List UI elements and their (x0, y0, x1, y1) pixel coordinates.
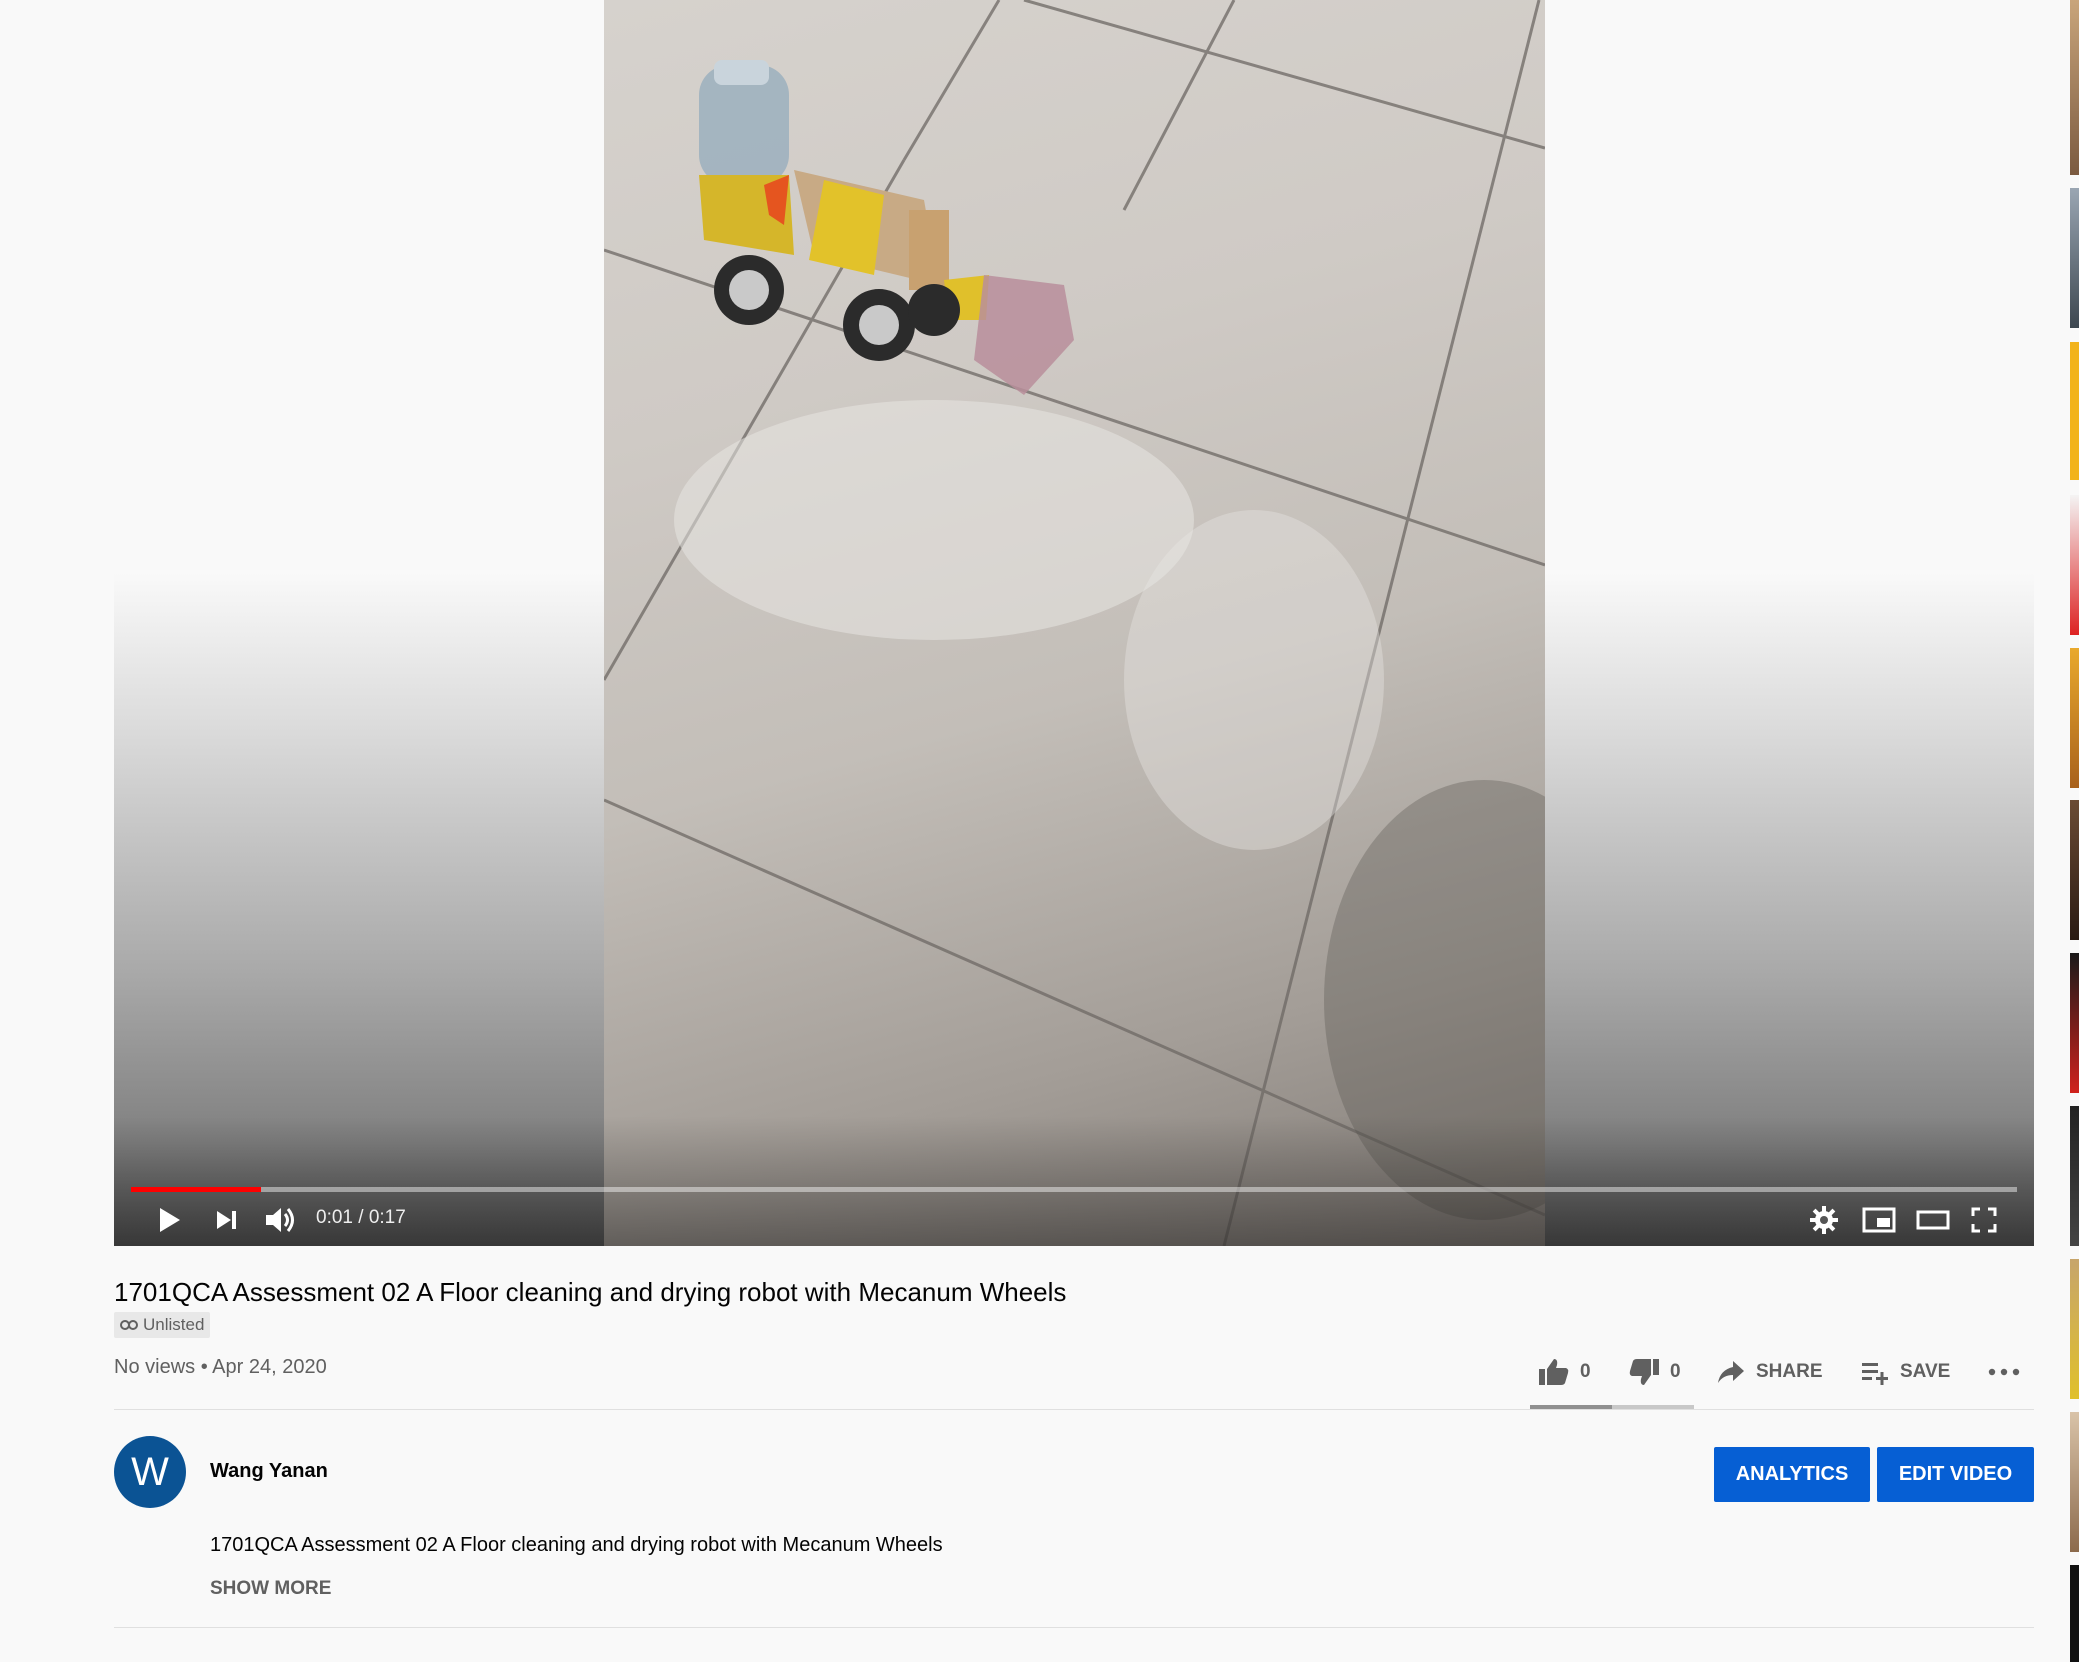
progress-played (131, 1187, 262, 1192)
volume-icon (266, 1208, 294, 1232)
dislike-button[interactable]: 0 (1628, 1350, 1681, 1394)
dislike-count: 0 (1670, 1361, 1681, 1382)
channel-name[interactable]: Wang Yanan (210, 1460, 328, 1483)
recommendation-thumbnail[interactable] (2070, 800, 2079, 940)
recommendation-thumbnail[interactable] (2070, 1565, 2079, 1662)
gear-icon (1810, 1206, 1838, 1234)
share-icon (1718, 1361, 1744, 1383)
avatar-letter: W (131, 1449, 169, 1494)
play-icon (160, 1208, 180, 1232)
recommendation-thumbnail[interactable] (2070, 188, 2079, 328)
unlisted-label: Unlisted (143, 1315, 205, 1334)
save-button[interactable]: SAVE (1860, 1350, 1950, 1394)
video-description: 1701QCA Assessment 02 A Floor cleaning a… (210, 1534, 943, 1556)
total-time: 0:17 (368, 1207, 406, 1228)
video-title: 1701QCA Assessment 02 A Floor cleaning a… (114, 1277, 1067, 1307)
play-button[interactable] (154, 1198, 184, 1242)
recommendation-thumbnail[interactable] (2070, 1259, 2079, 1399)
miniplayer-icon (1862, 1207, 1896, 1233)
share-button[interactable]: SHARE (1716, 1350, 1823, 1394)
recommendation-thumbnail[interactable] (2070, 953, 2079, 1093)
more-actions-button[interactable] (1988, 1350, 2020, 1394)
current-time: 0:01 (316, 1207, 353, 1228)
avatar[interactable]: W (114, 1436, 186, 1508)
settings-button[interactable] (1809, 1198, 1839, 1242)
fullscreen-button[interactable] (1970, 1198, 1998, 1242)
progress-bar[interactable] (131, 1187, 2017, 1192)
like-count: 0 (1580, 1361, 1591, 1382)
recommendation-thumbnail[interactable] (2070, 0, 2079, 175)
recommendation-thumbnail[interactable] (2070, 495, 2079, 635)
time-separator: / (358, 1207, 364, 1228)
like-button[interactable]: 0 (1538, 1350, 1591, 1394)
fullscreen-icon (1971, 1207, 1997, 1233)
thumbs-up-icon (1539, 1359, 1569, 1385)
upload-date: Apr 24, 2020 (212, 1356, 327, 1378)
miniplayer-button[interactable] (1862, 1198, 1896, 1242)
divider-top (114, 1409, 2034, 1410)
video-meta: No views • Apr 24, 2020 (114, 1356, 327, 1379)
show-more-button[interactable]: SHOW MORE (210, 1578, 331, 1600)
volume-button[interactable] (264, 1198, 298, 1242)
edit-video-button[interactable]: EDIT VIDEO (1877, 1447, 2034, 1502)
video-player[interactable]: 0:01 / 0:17 (114, 0, 2034, 1246)
playlist-add-icon (1862, 1363, 1888, 1385)
link-icon (120, 1320, 138, 1330)
recommendations-strip (2070, 0, 2079, 1662)
divider-bottom (114, 1627, 2034, 1628)
recommendation-thumbnail[interactable] (2070, 1106, 2079, 1246)
next-icon (217, 1211, 236, 1229)
video-content-image (604, 0, 1545, 1246)
unlisted-badge: Unlisted (114, 1312, 211, 1338)
view-count: No views (114, 1356, 196, 1378)
video-frame[interactable] (604, 0, 1545, 1246)
save-label: SAVE (1900, 1361, 1951, 1382)
share-label: SHARE (1756, 1361, 1823, 1382)
meta-separator: • (200, 1356, 208, 1378)
recommendation-thumbnail[interactable] (2070, 342, 2079, 480)
thumbs-down-icon (1629, 1359, 1659, 1385)
time-display: 0:01 / 0:17 (316, 1207, 406, 1229)
recommendation-thumbnail[interactable] (2070, 1412, 2079, 1552)
watch-page: 0:01 / 0:17 1701QCA Assessment 02 A Floo… (0, 0, 2079, 1662)
next-button[interactable] (212, 1198, 240, 1242)
theater-icon (1916, 1210, 1950, 1230)
more-icon (1988, 1368, 2020, 1376)
analytics-button[interactable]: ANALYTICS (1714, 1447, 1870, 1502)
theater-mode-button[interactable] (1916, 1198, 1950, 1242)
recommendation-thumbnail[interactable] (2070, 648, 2079, 788)
